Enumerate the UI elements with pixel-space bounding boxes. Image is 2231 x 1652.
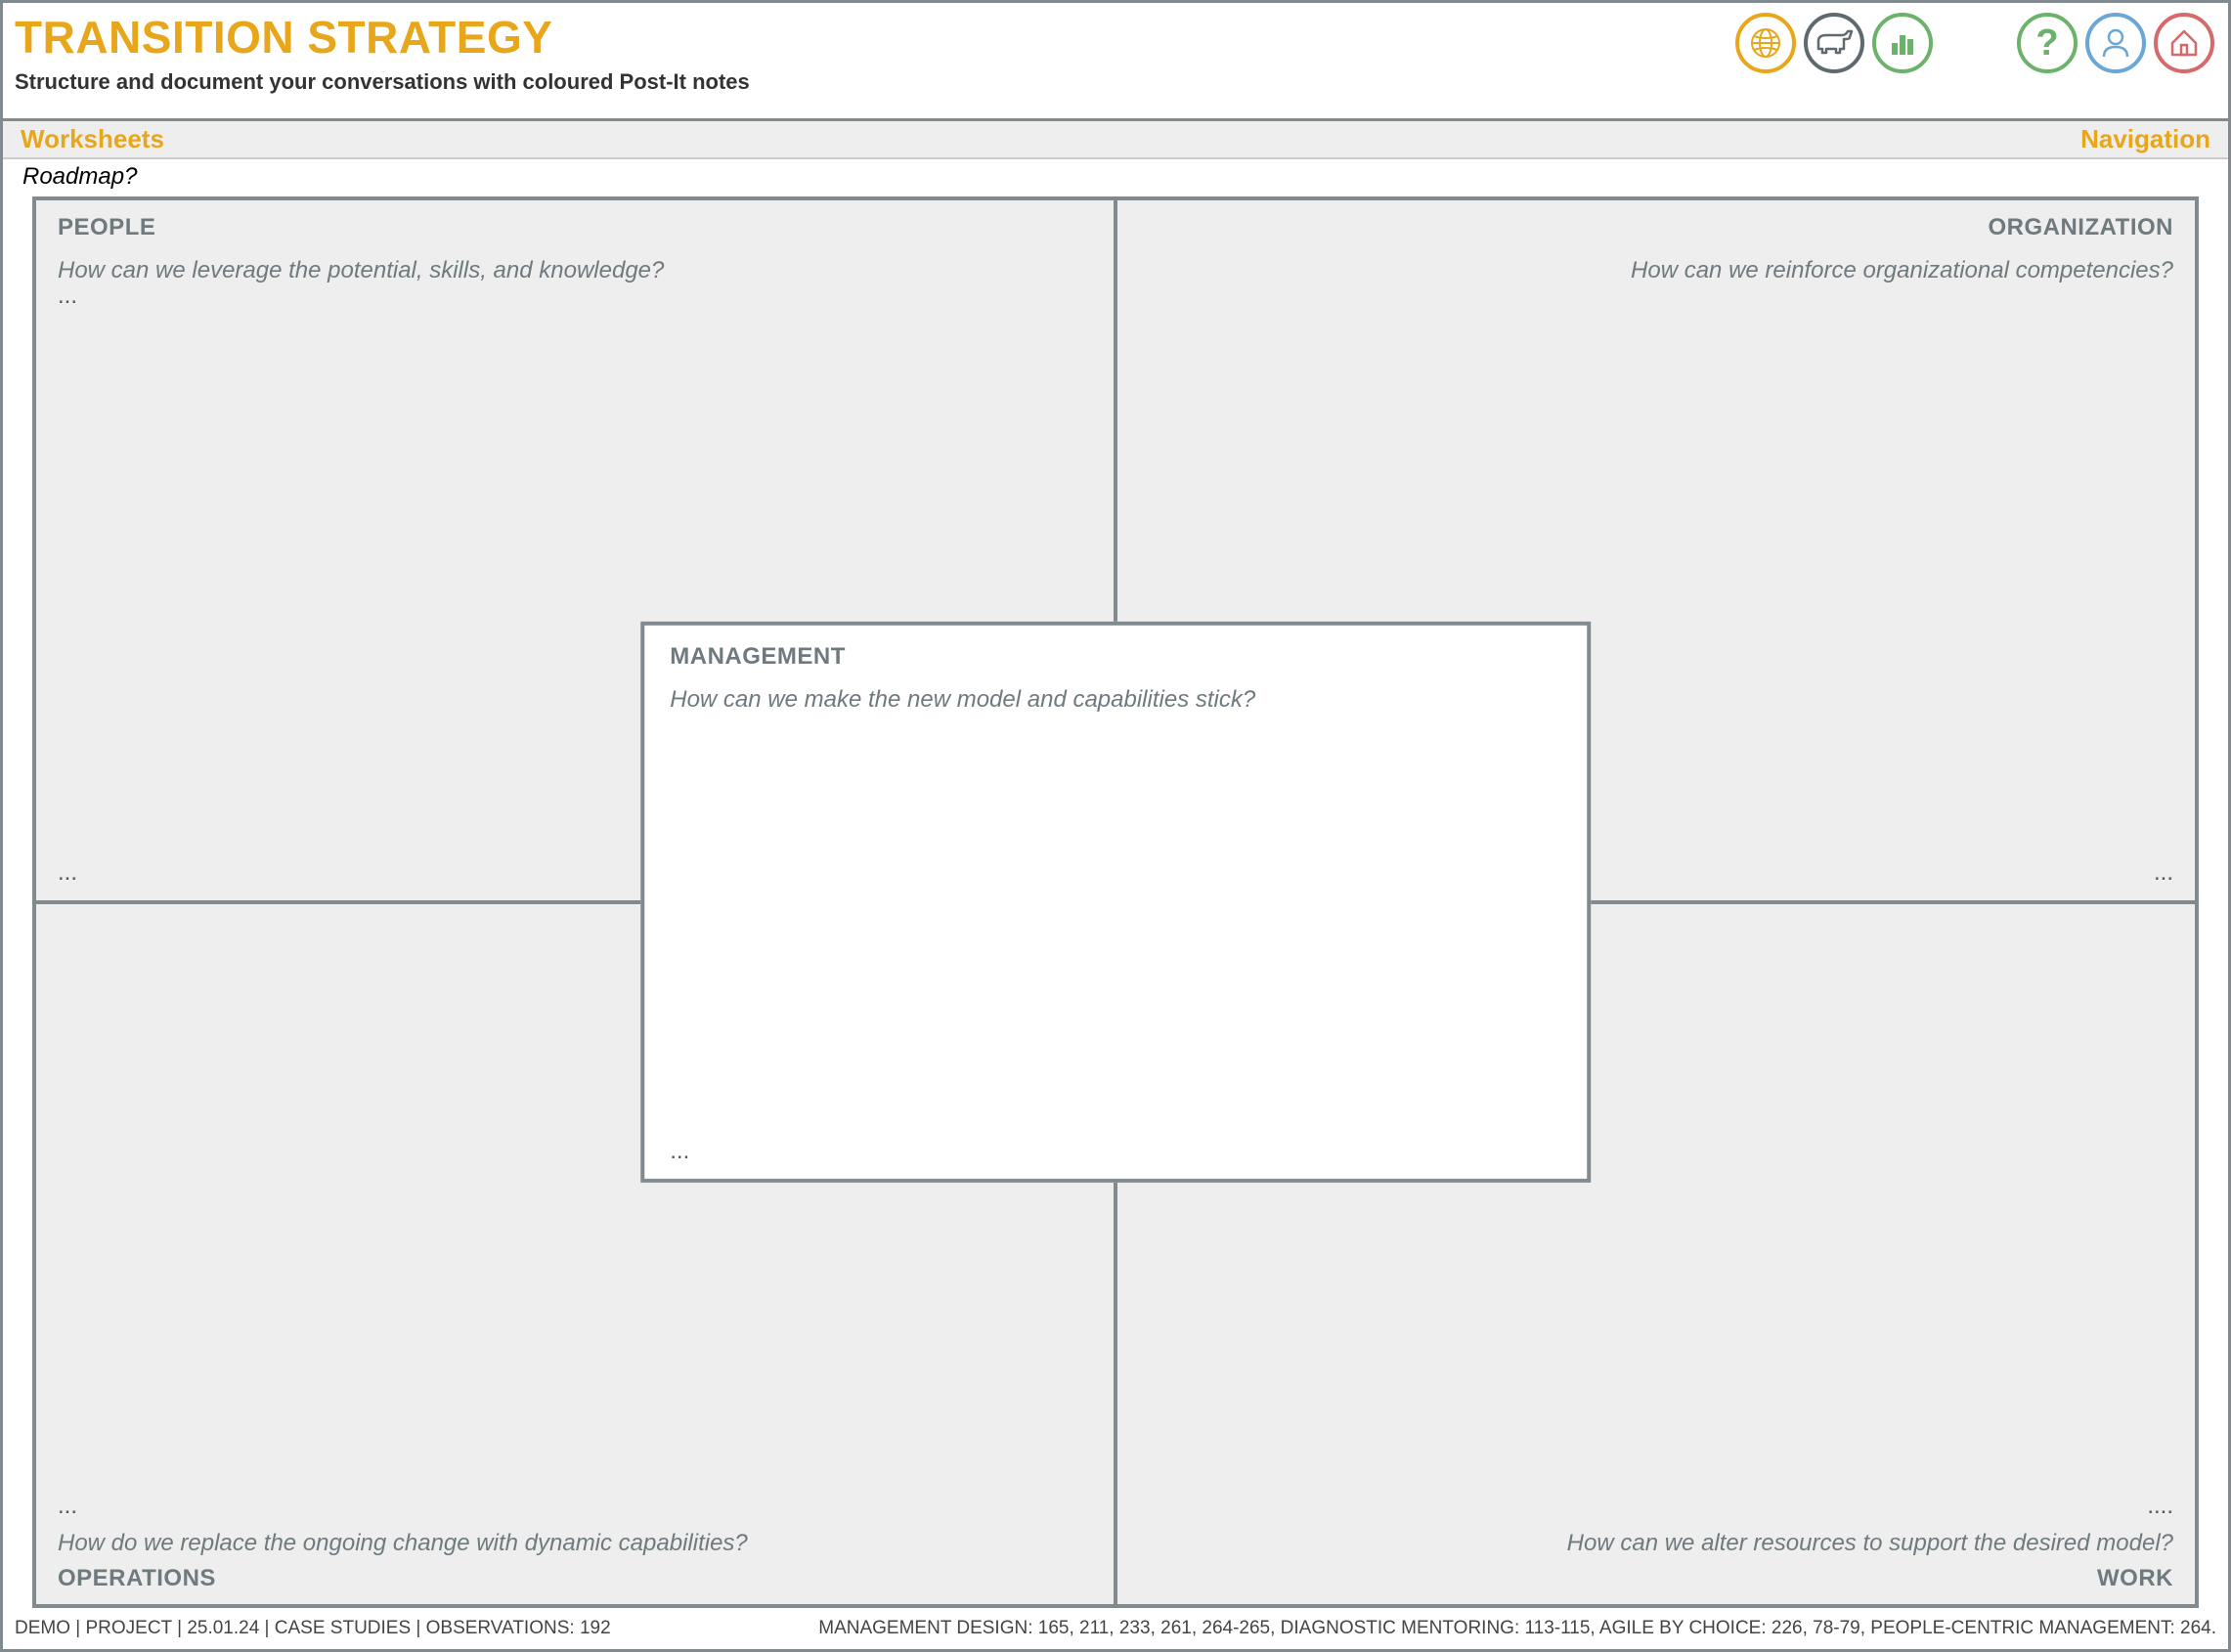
operations-heading: OPERATIONS xyxy=(58,1565,1092,1592)
management-prompt: How can we make the new model and capabi… xyxy=(670,686,1561,714)
people-dots-top: ... xyxy=(58,283,77,310)
roadmap-label: Roadmap? xyxy=(3,159,2228,195)
header: TRANSITION STRATEGY Structure and docume… xyxy=(3,3,2228,118)
page-frame: TRANSITION STRATEGY Structure and docume… xyxy=(0,0,2231,1652)
work-heading: WORK xyxy=(1139,1565,2173,1592)
help-icon[interactable]: ? xyxy=(2017,13,2078,73)
home-icon[interactable] xyxy=(2154,13,2214,73)
organization-dots-bottom: ... xyxy=(2154,859,2173,887)
work-prompt: How can we alter resources to support th… xyxy=(1139,1530,2173,1557)
operations-prompt: How do we replace the ongoing change wit… xyxy=(58,1530,1092,1557)
management-dots-bottom: ... xyxy=(670,1138,689,1165)
footer: DEMO | PROJECT | 25.01.24 | CASE STUDIES… xyxy=(15,1614,2216,1643)
footer-right: MANAGEMENT DESIGN: 165, 211, 233, 261, 2… xyxy=(818,1618,2216,1639)
people-dots-bottom: ... xyxy=(58,859,77,887)
globe-icon[interactable] xyxy=(1735,13,1796,73)
canvas: PEOPLE How can we leverage the potential… xyxy=(32,196,2199,1608)
navigation-link[interactable]: Navigation xyxy=(2080,124,2210,154)
section-bar: Worksheets Navigation xyxy=(3,118,2228,159)
operations-dots-bottom: ... xyxy=(58,1493,77,1520)
work-dots-bottom: .... xyxy=(2147,1493,2173,1520)
header-icon-row: ? xyxy=(1735,13,2214,73)
organization-heading: ORGANIZATION xyxy=(1139,214,2173,241)
people-prompt: How can we leverage the potential, skill… xyxy=(58,257,1092,284)
dog-icon[interactable] xyxy=(1804,13,1864,73)
bar-chart-icon[interactable] xyxy=(1872,13,1933,73)
person-icon[interactable] xyxy=(2085,13,2146,73)
worksheets-link[interactable]: Worksheets xyxy=(21,124,164,154)
footer-left: DEMO | PROJECT | 25.01.24 | CASE STUDIES… xyxy=(15,1618,611,1639)
question-mark-glyph: ? xyxy=(2035,24,2058,62)
management-heading: MANAGEMENT xyxy=(670,643,1561,671)
quadrant-management[interactable]: MANAGEMENT How can we make the new model… xyxy=(640,622,1591,1183)
organization-prompt: How can we reinforce organizational comp… xyxy=(1139,257,2173,284)
people-heading: PEOPLE xyxy=(58,214,1092,241)
